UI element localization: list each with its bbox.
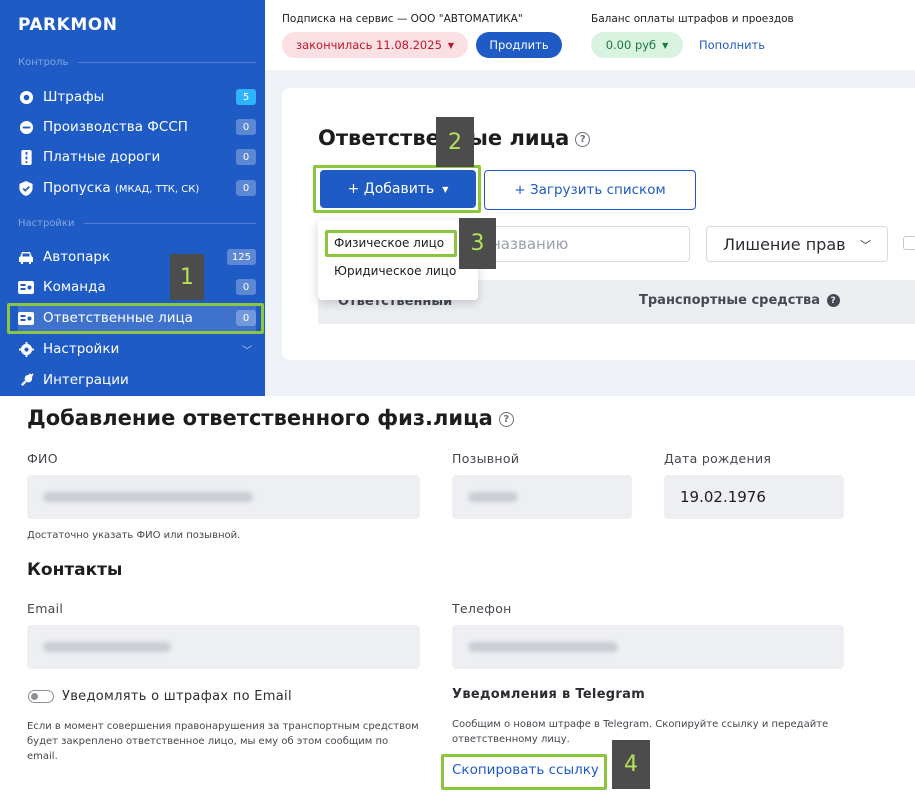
fine-icon — [18, 89, 34, 105]
form-title: Добавление ответственного физ.лица? — [27, 406, 514, 430]
step-3-highlight — [325, 230, 457, 257]
sidebar-item-label: Настройки — [43, 341, 120, 357]
sidebar-section-control: Контроль — [18, 57, 256, 68]
fio-label: ФИО — [27, 451, 58, 466]
birth-date-label: Дата рождения — [664, 451, 772, 466]
column-header-vehicles[interactable]: Транспортные средства ? — [639, 293, 840, 308]
blurred-value — [468, 492, 518, 502]
sidebar-item-label: Производства ФССП — [43, 119, 188, 135]
screenshot-root: PARKMON Контроль Штрафы 5 Производства Ф… — [0, 0, 915, 799]
balance-value: 0.00 руб — [605, 38, 657, 52]
fio-input[interactable] — [27, 475, 420, 519]
chevron-down-icon: ﹀ — [242, 345, 252, 357]
count-badge: 0 — [236, 180, 256, 196]
plug-icon — [18, 372, 34, 388]
help-icon[interactable]: ? — [498, 411, 514, 427]
blurred-value — [468, 642, 618, 652]
sidebar-section-label: Контроль — [18, 57, 69, 68]
step-3-marker: 3 — [459, 218, 496, 269]
phone-label: Телефон — [452, 601, 512, 616]
sidebar-item-settings[interactable]: Настройки ﹀ — [18, 336, 256, 362]
app-window: PARKMON Контроль Штрафы 5 Производства Ф… — [0, 0, 915, 396]
sidebar-item-passes[interactable]: Пропуска (МКАД, ТТК, СК) 0 — [18, 175, 256, 201]
blurred-value — [43, 492, 253, 502]
add-person-form: Добавление ответственного физ.лица? ФИО … — [0, 396, 915, 799]
filter-checkbox[interactable] — [903, 236, 915, 250]
step-2-marker: 2 — [436, 117, 474, 167]
step-4-highlight — [441, 754, 607, 790]
email-notify-toggle[interactable] — [28, 690, 54, 703]
caret-down-icon: ▼ — [662, 40, 669, 50]
step-1-marker: 1 — [170, 254, 204, 300]
balance-label: Баланс оплаты штрафов и проездов — [591, 13, 794, 25]
step-4-marker: 4 — [612, 740, 650, 789]
sidebar-item-fleet[interactable]: Автопарк 125 — [18, 244, 256, 270]
sidebar-item-label: Пропуска (МКАД, ТТК, СК) — [43, 180, 200, 196]
top-header: Подписка на сервис — ООО "АВТОМАТИКА" за… — [265, 0, 915, 70]
pass-shield-icon — [18, 180, 34, 196]
callsign-label: Позывной — [452, 451, 520, 466]
upload-list-button[interactable]: + Загрузить списком — [484, 170, 696, 210]
birth-date-input[interactable]: 19.02.1976 — [664, 475, 844, 519]
sidebar: PARKMON Контроль Штрафы 5 Производства Ф… — [0, 0, 265, 396]
subscription-status: закончилась 11.08.2025 — [295, 38, 442, 52]
app-logo: PARKMON — [18, 15, 118, 35]
step-2-highlight — [313, 165, 481, 213]
count-badge: 0 — [236, 149, 256, 165]
topup-link[interactable]: Пополнить — [699, 38, 765, 52]
toggle-knob — [31, 693, 38, 700]
toll-road-icon — [18, 149, 34, 165]
menu-item-legal-entity[interactable]: Юридическое лицо — [334, 264, 456, 278]
balance-dropdown[interactable]: 0.00 руб ▼ — [591, 32, 683, 58]
court-icon — [18, 119, 34, 135]
email-notify-label: Уведомлять о штрафах по Email — [62, 689, 292, 704]
sidebar-item-label: Платные дороги — [43, 149, 161, 165]
sidebar-item-fssp[interactable]: Производства ФССП 0 — [18, 114, 256, 140]
step-1-highlight — [7, 303, 264, 334]
subscription-label: Подписка на сервис — ООО "АВТОМАТИКА" — [282, 13, 523, 25]
email-notify-note: Если в момент совершения правонарушения … — [27, 721, 419, 762]
fio-hint: Достаточно указать ФИО или позывной. — [27, 530, 241, 541]
filter-value: Лишение прав — [723, 234, 846, 254]
count-badge: 125 — [226, 249, 256, 265]
help-icon[interactable]: ? — [826, 294, 840, 307]
help-icon[interactable]: ? — [575, 131, 591, 147]
count-badge: 5 — [236, 89, 256, 105]
sidebar-section-settings: Настройки — [18, 218, 256, 229]
sidebar-section-label: Настройки — [18, 218, 75, 229]
sidebar-item-toll-roads[interactable]: Платные дороги 0 — [18, 144, 256, 170]
caret-down-icon: ▼ — [447, 40, 455, 50]
chevron-down-icon: ﹀ — [860, 239, 871, 252]
telegram-title: Уведомления в Telegram — [452, 687, 646, 702]
phone-input[interactable] — [452, 625, 844, 669]
subscription-status-dropdown[interactable]: закончилась 11.08.2025 ▼ — [282, 32, 468, 58]
email-input[interactable] — [27, 625, 420, 669]
extend-button[interactable]: Продлить — [476, 32, 562, 58]
sidebar-item-team[interactable]: Команда 0 — [18, 274, 256, 300]
contacts-title: Контакты — [27, 560, 123, 580]
gear-icon — [18, 341, 34, 357]
sidebar-item-fines[interactable]: Штрафы 5 — [18, 84, 256, 110]
car-icon — [18, 249, 34, 265]
sidebar-item-label: Интеграции — [43, 372, 129, 388]
filter-select[interactable]: Лишение прав ﹀ — [706, 226, 888, 262]
sidebar-item-label: Штрафы — [43, 89, 105, 105]
sidebar-item-label: Команда — [43, 279, 106, 295]
email-label: Email — [27, 601, 64, 616]
count-badge: 0 — [236, 119, 256, 135]
blurred-value — [43, 642, 171, 652]
callsign-input[interactable] — [452, 475, 632, 519]
sidebar-item-integrations[interactable]: Интеграции — [18, 367, 256, 393]
count-badge: 0 — [236, 279, 256, 295]
team-card-icon — [18, 279, 34, 295]
search-input[interactable]: названию — [474, 226, 690, 262]
